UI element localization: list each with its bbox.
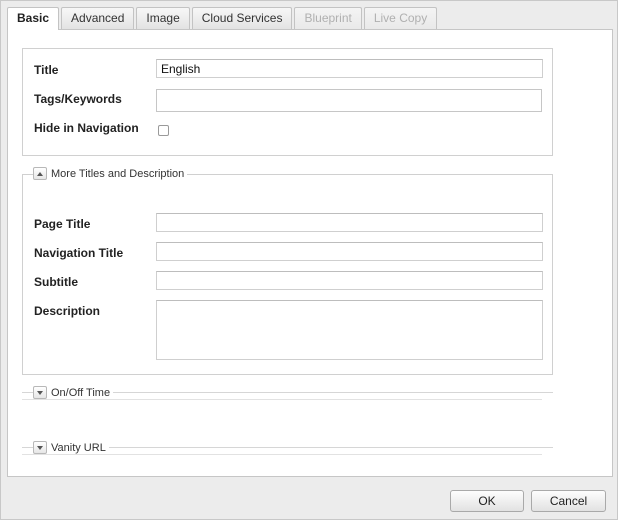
triangle-down-icon xyxy=(37,445,43,450)
tab-bar: Basic Advanced Image Cloud Services Blue… xyxy=(7,7,439,30)
basic-fieldset: Title Tags/Keywords Hide in Navigation xyxy=(22,48,553,156)
tab-cloud-services[interactable]: Cloud Services xyxy=(191,7,293,29)
description-textarea[interactable] xyxy=(156,300,543,360)
tab-content-panel: Title Tags/Keywords Hide in Navigation P… xyxy=(7,29,613,477)
onoff-underline xyxy=(22,399,542,400)
description-label: Description xyxy=(34,304,101,318)
title-input[interactable] xyxy=(156,59,543,78)
title-label: Title xyxy=(34,63,59,77)
hide-in-navigation-label: Hide in Navigation xyxy=(34,121,139,135)
page-title-input[interactable] xyxy=(156,213,543,232)
expand-toggle-icon[interactable] xyxy=(33,386,47,399)
more-titles-legend[interactable]: More Titles and Description xyxy=(33,167,188,180)
vanity-legend-text: Vanity URL xyxy=(51,441,106,454)
more-titles-fieldset: Page Title Navigation Title Subtitle Des… xyxy=(22,174,553,375)
vanity-legend[interactable]: Vanity URL xyxy=(33,441,109,454)
navigation-title-label: Navigation Title xyxy=(34,246,124,260)
vanity-underline xyxy=(22,454,542,455)
expand-toggle-icon[interactable] xyxy=(33,441,47,454)
tab-image[interactable]: Image xyxy=(136,7,190,29)
collapse-toggle-icon[interactable] xyxy=(33,167,47,180)
tab-live-copy: Live Copy xyxy=(363,7,438,29)
page-properties-dialog: Basic Advanced Image Cloud Services Blue… xyxy=(0,0,618,520)
cancel-button[interactable]: Cancel xyxy=(531,490,606,512)
ok-button[interactable]: OK xyxy=(450,490,524,512)
navigation-title-input[interactable] xyxy=(156,242,543,261)
tags-label: Tags/Keywords xyxy=(34,92,122,106)
page-title-label: Page Title xyxy=(34,217,91,231)
more-titles-legend-text: More Titles and Description xyxy=(51,167,185,180)
onoff-legend[interactable]: On/Off Time xyxy=(33,386,114,399)
tags-input[interactable] xyxy=(156,89,542,112)
tab-advanced[interactable]: Advanced xyxy=(61,7,135,29)
tab-basic[interactable]: Basic xyxy=(7,7,60,30)
tab-blueprint: Blueprint xyxy=(294,7,362,29)
hide-in-navigation-checkbox[interactable] xyxy=(158,125,169,136)
triangle-down-icon xyxy=(37,390,43,395)
subtitle-label: Subtitle xyxy=(34,275,78,289)
onoff-legend-text: On/Off Time xyxy=(51,386,111,399)
triangle-up-icon xyxy=(37,171,43,176)
subtitle-input[interactable] xyxy=(156,271,543,290)
